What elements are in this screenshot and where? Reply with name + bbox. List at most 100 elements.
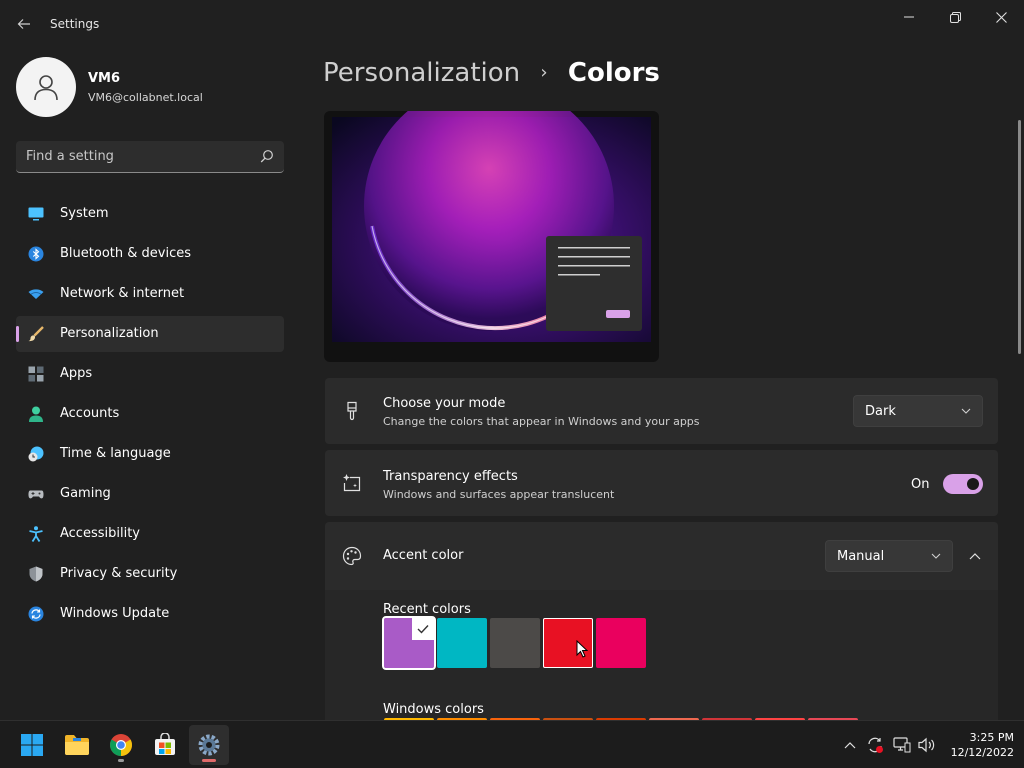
transparency-state-label: On — [911, 477, 930, 492]
sparkle-window-icon — [343, 474, 361, 492]
chevron-right-icon: › — [540, 62, 548, 83]
sidebar-item-bluetooth[interactable]: Bluetooth & devices — [16, 236, 284, 272]
taskbar-settings[interactable] — [189, 725, 229, 765]
sidebar-item-label: System — [60, 206, 109, 221]
clock-time: 3:25 PM — [969, 731, 1014, 744]
wallpaper-preview-image — [332, 111, 651, 342]
search-input[interactable] — [16, 141, 252, 172]
back-button[interactable] — [10, 10, 38, 38]
breadcrumb: Personalization › Colors — [323, 58, 660, 88]
sidebar-item-privacy[interactable]: Privacy & security — [16, 556, 284, 592]
close-button[interactable] — [978, 2, 1024, 32]
settings-search[interactable] — [16, 141, 284, 173]
file-explorer-icon — [65, 735, 89, 755]
sidebar-item-accessibility[interactable]: Accessibility — [16, 516, 284, 552]
avatar — [16, 57, 76, 117]
tray-sync[interactable] — [865, 735, 885, 755]
sidebar-item-gaming[interactable]: Gaming — [16, 476, 284, 512]
scrollbar-thumb[interactable] — [1018, 120, 1021, 354]
accent-color-setting: Accent color Manual — [325, 522, 998, 590]
sidebar-item-label: Gaming — [60, 486, 111, 501]
clock-date: 12/12/2022 — [950, 746, 1014, 759]
microsoft-store-icon — [155, 733, 175, 755]
chevron-down-icon — [961, 408, 971, 414]
sidebar-nav: System Bluetooth & devices Network & int… — [16, 196, 284, 636]
mouse-cursor-icon — [576, 640, 588, 658]
sidebar-item-windows-update[interactable]: Windows Update — [16, 596, 284, 632]
chevron-down-icon — [931, 553, 941, 559]
recent-color-swatch-4[interactable] — [543, 618, 593, 668]
taskbar-clock[interactable]: 3:25 PM 12/12/2022 — [944, 730, 1014, 760]
recent-color-swatch-2[interactable] — [437, 618, 487, 668]
mode-description: Change the colors that appear in Windows… — [383, 415, 700, 428]
accent-dropdown[interactable]: Manual — [825, 540, 953, 572]
recent-color-swatch-3[interactable] — [490, 618, 540, 668]
accessibility-icon — [29, 526, 43, 542]
transparency-toggle[interactable] — [943, 474, 983, 494]
taskbar: 3:25 PM 12/12/2022 — [0, 720, 1024, 768]
clock-globe-icon — [28, 446, 44, 462]
show-hidden-icons-button[interactable] — [840, 735, 860, 755]
sidebar-item-label: Privacy & security — [60, 566, 178, 581]
collapse-accent-button[interactable] — [961, 542, 989, 570]
network-icon — [893, 737, 911, 753]
bluetooth-icon — [28, 246, 44, 262]
accent-title: Accent color — [383, 548, 464, 563]
recent-color-swatch-5[interactable] — [596, 618, 646, 668]
sync-error-icon — [868, 737, 883, 753]
brush-icon — [28, 326, 44, 342]
recent-color-swatch-1[interactable] — [382, 616, 436, 670]
minimize-button[interactable] — [886, 2, 932, 32]
toggle-knob — [967, 478, 979, 490]
sidebar-item-personalization[interactable]: Personalization — [16, 316, 284, 352]
volume-icon — [918, 737, 935, 753]
person-avatar-icon — [34, 75, 58, 101]
sidebar-item-network[interactable]: Network & internet — [16, 276, 284, 312]
recent-colors-label: Recent colors — [383, 602, 471, 617]
settings-icon — [198, 734, 220, 756]
chevron-up-icon — [844, 741, 856, 748]
user-email: VM6@collabnet.local — [88, 91, 203, 104]
user-name: VM6 — [88, 71, 121, 86]
transparency-title: Transparency effects — [383, 469, 518, 484]
app-title: Settings — [50, 17, 100, 31]
mode-dropdown-value: Dark — [865, 404, 896, 419]
sidebar-item-time-language[interactable]: Time & language — [16, 436, 284, 472]
palette-icon — [342, 546, 362, 566]
start-button[interactable] — [12, 725, 52, 765]
tray-volume[interactable] — [917, 735, 937, 755]
gamepad-icon — [28, 490, 44, 499]
sidebar-item-system[interactable]: System — [16, 196, 284, 232]
choose-mode-setting: Choose your mode Change the colors that … — [325, 378, 998, 444]
mode-dropdown[interactable]: Dark — [853, 395, 983, 427]
sidebar-item-label: Personalization — [60, 326, 159, 341]
apps-icon — [28, 366, 44, 382]
tray-network[interactable] — [892, 735, 912, 755]
restore-button[interactable] — [932, 2, 978, 32]
transparency-setting: Transparency effects Windows and surface… — [325, 450, 998, 516]
restore-icon — [949, 11, 961, 23]
close-icon — [995, 11, 1007, 23]
running-indicator — [118, 759, 124, 762]
windows-start-icon — [21, 734, 43, 756]
windows-colors-label: Windows colors — [383, 702, 484, 717]
sidebar-item-label: Network & internet — [60, 286, 185, 301]
sidebar-item-apps[interactable]: Apps — [16, 356, 284, 392]
sidebar-item-label: Windows Update — [60, 606, 170, 621]
theme-preview — [324, 111, 659, 362]
accent-dropdown-value: Manual — [837, 549, 885, 564]
sidebar-item-label: Accounts — [60, 406, 120, 421]
update-icon — [28, 606, 44, 622]
taskbar-file-explorer[interactable] — [57, 725, 97, 765]
sidebar-item-label: Time & language — [60, 446, 171, 461]
title-bar: Settings — [0, 0, 1024, 48]
page-title: Colors — [567, 58, 660, 88]
shield-icon — [29, 566, 43, 582]
selected-check-icon — [412, 618, 434, 640]
breadcrumb-parent[interactable]: Personalization — [323, 58, 520, 88]
sidebar-item-accounts[interactable]: Accounts — [16, 396, 284, 432]
minimize-icon — [904, 16, 914, 18]
taskbar-chrome[interactable] — [101, 725, 141, 765]
active-app-indicator — [202, 759, 216, 762]
taskbar-microsoft-store[interactable] — [145, 725, 185, 765]
